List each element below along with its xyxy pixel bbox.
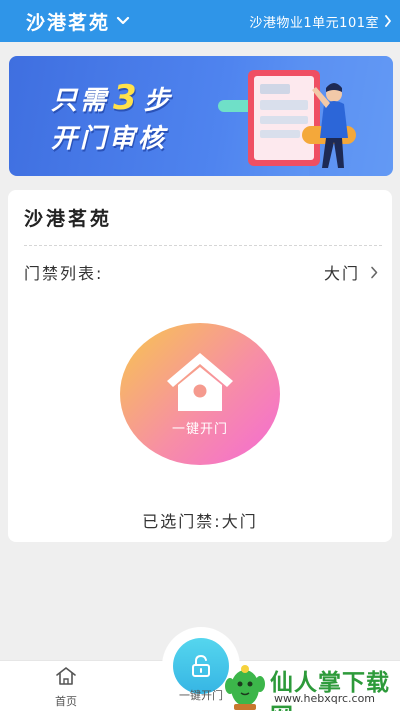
top-header: 沙港茗苑 沙港物业1单元101室 xyxy=(0,0,400,42)
one-click-open-button[interactable]: 一键开门 xyxy=(120,323,280,465)
house-icon xyxy=(167,353,233,411)
chevron-down-icon xyxy=(116,16,130,25)
banner-step-number: 3 xyxy=(113,78,140,118)
cactus-logo xyxy=(225,665,265,710)
chevron-right-icon xyxy=(371,266,378,278)
room-selector[interactable]: 沙港物业1单元101室 xyxy=(249,12,392,31)
room-label: 沙港物业1单元101室 xyxy=(249,15,379,31)
unlock-icon xyxy=(192,654,210,677)
gate-list-value: 大门 xyxy=(323,264,360,283)
banner-illustration xyxy=(218,56,393,176)
access-card: 沙港茗苑 门禁列表: 大门 一键开门 已选门禁:大门 xyxy=(8,190,392,542)
chevron-right-icon xyxy=(385,15,391,27)
divider xyxy=(24,245,382,246)
banner-headline: 只需 3 步 开门审核 xyxy=(51,80,173,157)
gate-list-row[interactable]: 门禁列表: 大门 xyxy=(8,256,392,288)
watermark-url: www.hebxqrc.com xyxy=(274,692,376,705)
open-button-label: 一键开门 xyxy=(171,422,228,437)
card-title: 沙港茗苑 xyxy=(24,208,113,230)
home-icon xyxy=(56,667,76,685)
watermark: 仙人掌下载网 www.hebxqrc.com xyxy=(222,660,400,711)
promo-banner[interactable]: 只需 3 步 开门审核 xyxy=(9,56,393,176)
community-name: 沙港茗苑 xyxy=(26,11,111,34)
community-selector[interactable]: 沙港茗苑 xyxy=(26,8,130,35)
tab-home[interactable]: 首页 xyxy=(42,666,90,709)
banner-text-line2: 开门审核 xyxy=(51,124,168,154)
banner-text-prefix: 只需 xyxy=(51,86,110,116)
gate-list-label: 门禁列表: xyxy=(24,264,104,283)
tab-home-label: 首页 xyxy=(55,695,77,708)
selected-gate-text: 已选门禁:大门 xyxy=(142,512,258,531)
center-tab-circle xyxy=(173,638,229,694)
banner-text-suffix: 步 xyxy=(143,86,173,116)
